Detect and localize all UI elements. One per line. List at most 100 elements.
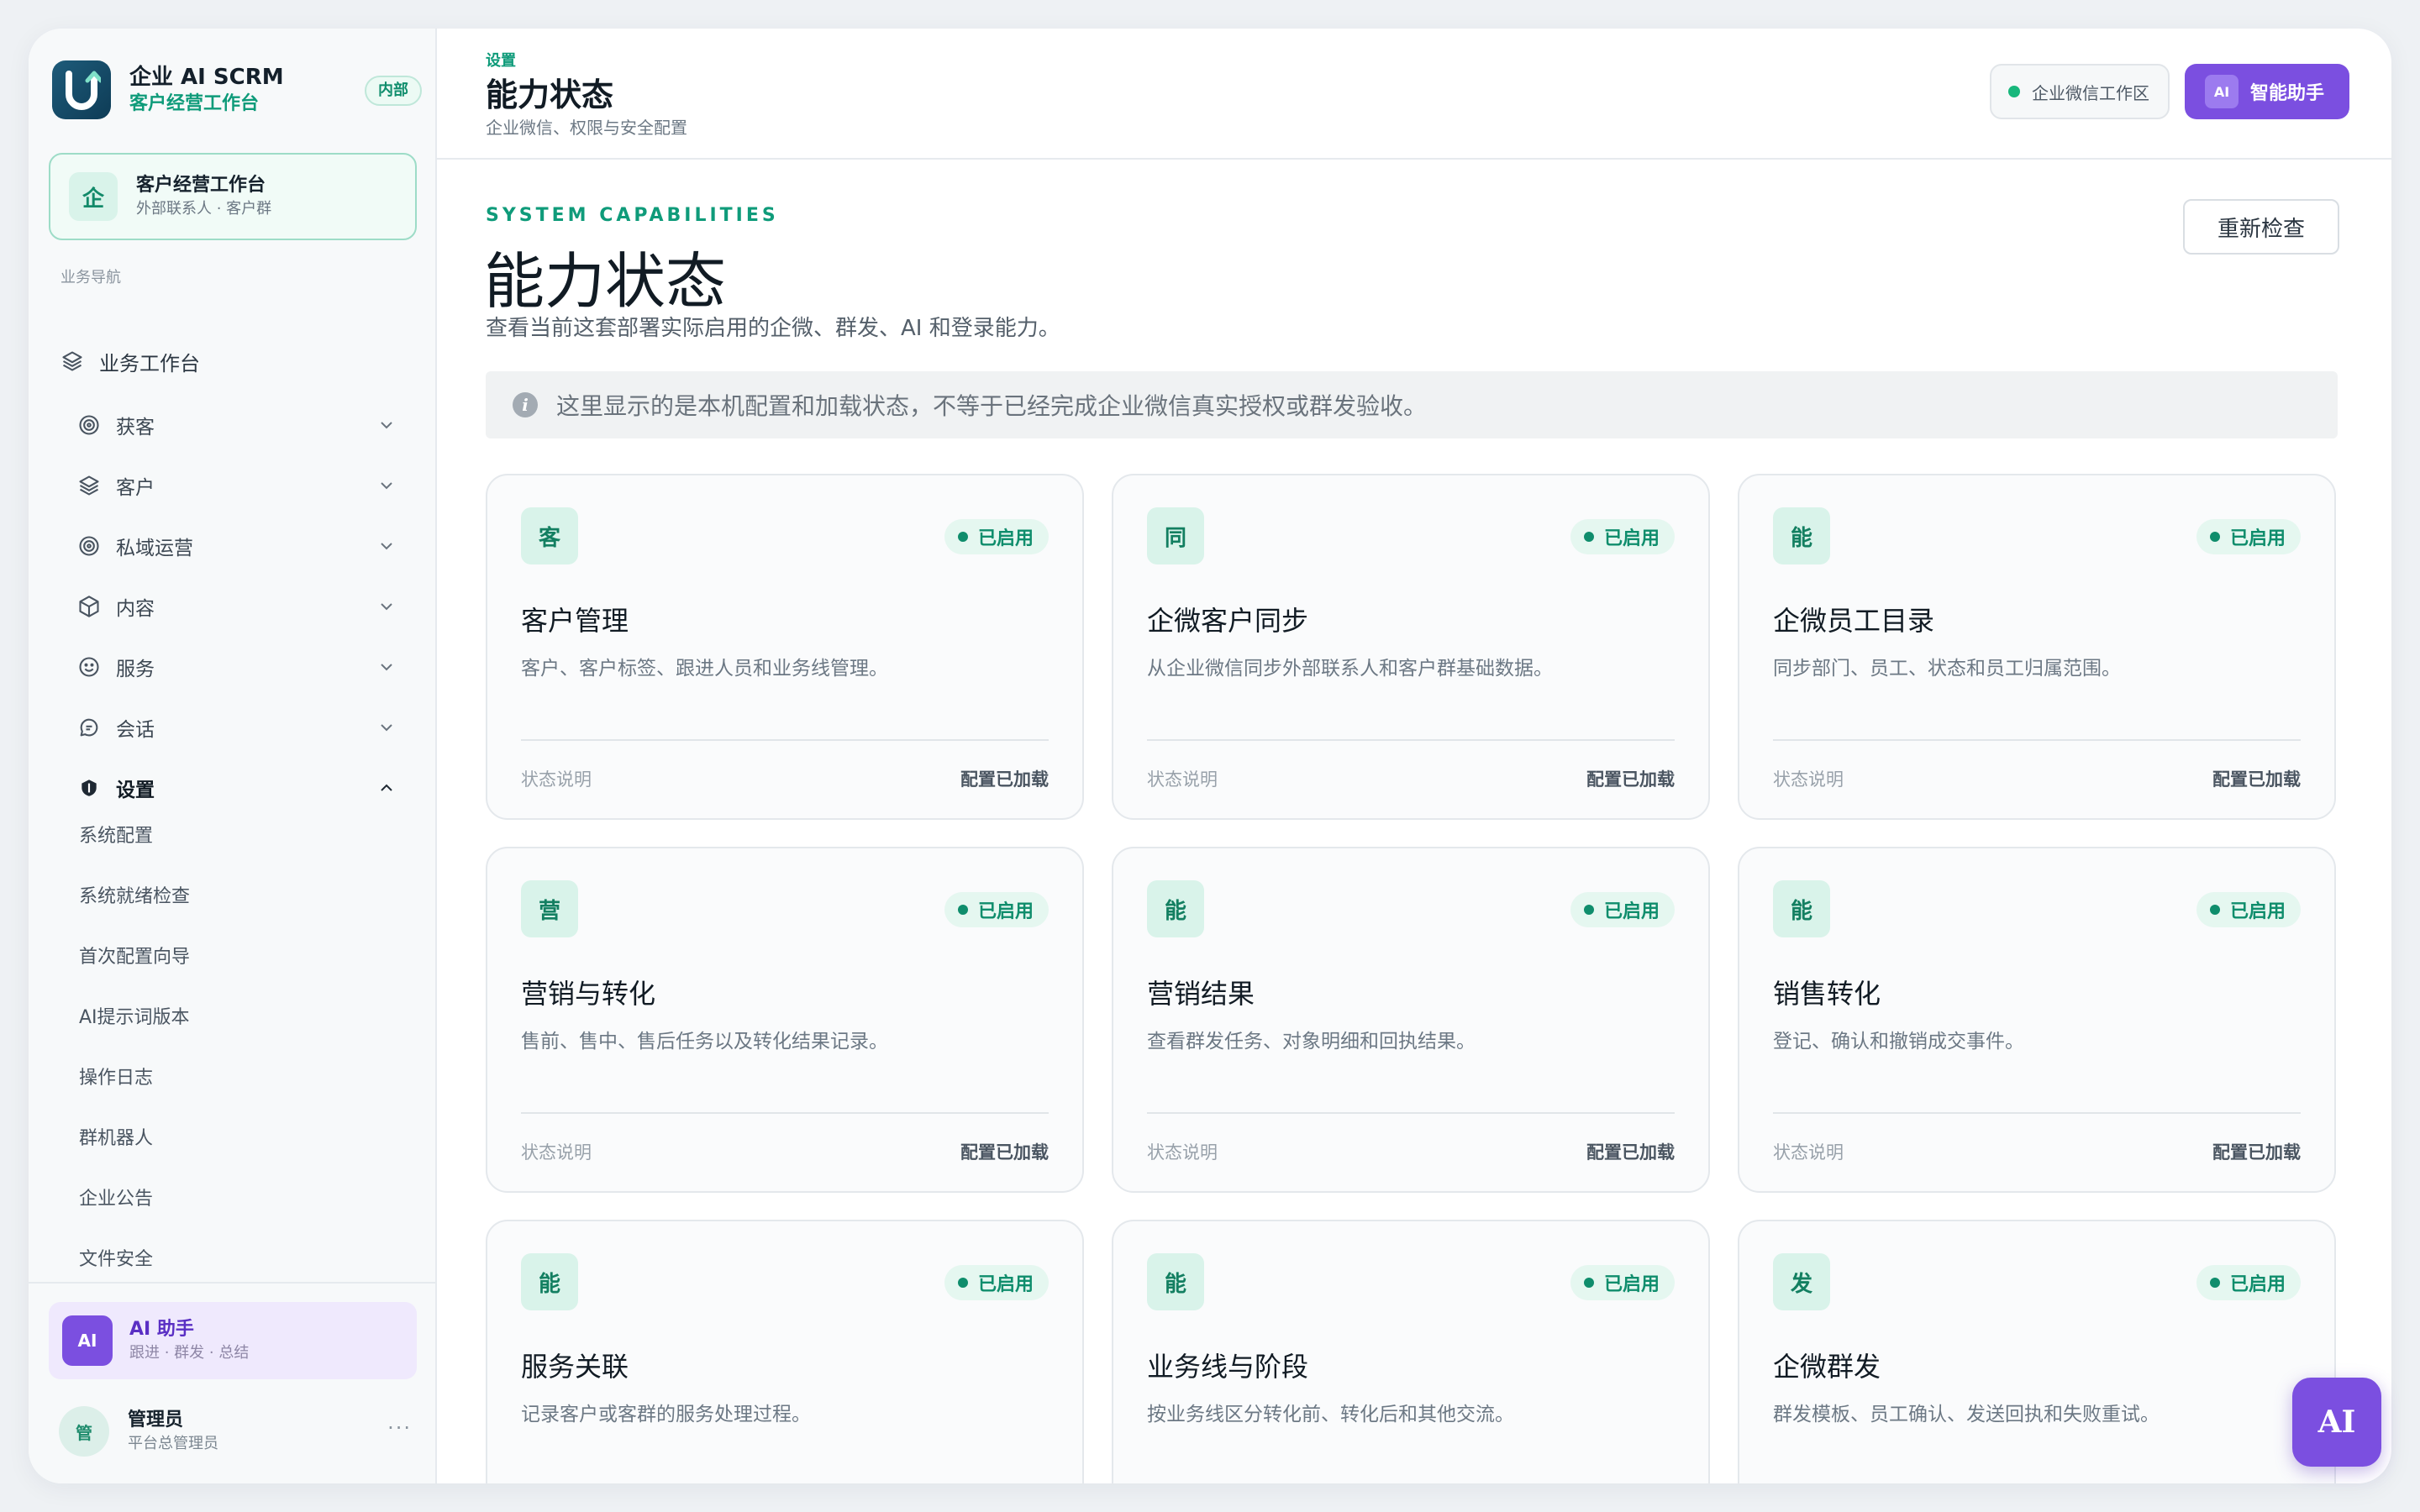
card-footer-value: 配置已加载 [1586,769,1675,790]
capability-card[interactable]: 能 已启用 服务关联 记录客户或客群的服务处理过程。 [486,1220,1084,1483]
card-icon: 能 [1773,507,1830,564]
more-options-icon[interactable]: ··· [387,1416,412,1440]
capability-card[interactable]: 同 已启用 企微客户同步 从企业微信同步外部联系人和客户群基础数据。 状态说明 … [1112,474,1710,820]
recheck-button[interactable]: 重新检查 [2183,199,2339,255]
card-description: 记录客户或客群的服务处理过程。 [521,1404,811,1425]
page-title: 能力状态 [486,76,614,113]
target-icon [76,533,103,559]
sidebar-subitem-operation-log[interactable]: 操作日志 [79,1062,153,1095]
sidebar-item-conversations[interactable]: 会话 [76,706,412,749]
capability-card[interactable]: 能 已启用 销售转化 登记、确认和撤销成交事件。 状态说明 配置已加载 [1738,847,2336,1193]
status-badge: 已启用 [944,519,1049,554]
status-badge-label: 已启用 [2229,1274,2286,1295]
sidebar-item-label: 会话 [116,719,155,741]
user-role: 平台总管理员 [128,1435,218,1452]
sidebar-item-label: 业务工作台 [99,351,200,375]
card-divider [1773,1112,2301,1114]
page-description: 企业微信、权限与安全配置 [486,118,687,138]
main-content: 设置 能力状态 企业微信、权限与安全配置 企业微信工作区 AI 智能助手 SYS… [437,29,2391,1483]
capability-card[interactable]: 能 已启用 企微员工目录 同步部门、员工、状态和员工归属范围。 状态说明 配置已… [1738,474,2336,820]
sidebar-item-service[interactable]: 服务 [76,645,412,689]
notice-text: 这里显示的是本机配置和加载状态，不等于已经完成企业微信真实授权或群发验收。 [556,392,1428,420]
sidebar-subitem-announcements[interactable]: 企业公告 [79,1183,153,1216]
brand[interactable]: 企业 AI SCRM 客户经营工作台 内部 [52,60,422,119]
sidebar-subitem-system-config[interactable]: 系统配置 [79,820,153,853]
card-divider [1147,1112,1675,1114]
capability-card[interactable]: 营 已启用 营销与转化 售前、售中、售后任务以及转化结果记录。 状态说明 配置已… [486,847,1084,1193]
card-footer-label: 状态说明 [521,1142,592,1163]
sidebar-item-customers[interactable]: 客户 [76,464,412,507]
card-footer-value: 配置已加载 [1586,1142,1675,1163]
ai-card-title: AI 助手 [129,1319,194,1340]
status-badge-label: 已启用 [2229,901,2286,922]
status-badge-label: 已启用 [1603,901,1660,922]
layers-icon [59,348,86,375]
status-badge-label: 已启用 [977,528,1034,549]
sidebar-item-label: 设置 [116,780,155,801]
card-divider [521,1112,1049,1114]
card-description: 登记、确认和撤销成交事件。 [1773,1031,2024,1053]
layers-icon [76,472,103,499]
card-footer-label: 状态说明 [1147,769,1218,790]
card-icon: 发 [1773,1253,1830,1310]
sidebar-item-workbench[interactable]: 业务工作台 [59,339,412,383]
status-badge-label: 已启用 [1603,528,1660,549]
chevron-down-icon [381,543,392,550]
shield-icon [76,774,103,801]
capability-card[interactable]: 发 已启用 企微群发 群发模板、员工确认、发送回执和失败重试。 [1738,1220,2336,1483]
status-dot-icon [2008,86,2020,97]
sidebar-subitem-setup-wizard[interactable]: 首次配置向导 [79,941,190,974]
card-icon: 客 [521,507,578,564]
workspace-status-pill[interactable]: 企业微信工作区 [1990,64,2170,119]
topbar: 设置 能力状态 企业微信、权限与安全配置 企业微信工作区 AI 智能助手 [437,29,2391,160]
card-title: 企微群发 [1773,1351,1881,1383]
app-logo-icon [52,60,111,119]
status-badge: 已启用 [2196,892,2301,927]
info-notice: i 这里显示的是本机配置和加载状态，不等于已经完成企业微信真实授权或群发验收。 [486,371,2338,438]
assistant-button-label: 智能助手 [2250,83,2325,104]
status-dot-icon [957,1278,968,1288]
status-badge-label: 已启用 [977,901,1034,922]
status-badge-label: 已启用 [977,1274,1034,1295]
status-badge: 已启用 [1570,1265,1675,1300]
section-eyebrow: SYSTEM CAPABILITIES [486,205,779,226]
sidebar-item-content[interactable]: 内容 [76,585,412,628]
sidebar-item-label: 内容 [116,598,155,620]
ai-floating-button[interactable]: AI [2292,1378,2381,1467]
card-title: 服务关联 [521,1351,629,1383]
capability-card[interactable]: 能 已启用 业务线与阶段 按业务线区分转化前、转化后和其他交流。 [1112,1220,1710,1483]
sidebar-item-settings[interactable]: 设置 [76,766,412,810]
chevron-down-icon [381,664,392,671]
ai-assistant-card[interactable]: AI AI 助手 跟进 · 群发 · 总结 [49,1302,417,1379]
smile-icon [76,654,103,680]
card-footer-value: 配置已加载 [2212,769,2301,790]
sidebar-item-acquisition[interactable]: 获客 [76,403,412,447]
status-badge: 已启用 [2196,519,2301,554]
chevron-down-icon [381,422,392,429]
card-description: 群发模板、员工确认、发送回执和失败重试。 [1773,1404,2160,1425]
sidebar-subitem-group-bot[interactable]: 群机器人 [79,1122,153,1156]
status-badge-label: 已启用 [2229,528,2286,549]
smart-assistant-button[interactable]: AI 智能助手 [2185,64,2349,119]
card-icon: 能 [1147,880,1204,937]
status-badge: 已启用 [1570,519,1675,554]
card-title: 企微客户同步 [1147,605,1309,637]
workspace-switcher[interactable]: 企 客户经营工作台 外部联系人 · 客户群 [49,153,417,240]
workspace-subtitle: 外部联系人 · 客户群 [136,200,272,218]
chevron-down-icon [381,724,392,732]
card-footer-label: 状态说明 [1773,769,1844,790]
sidebar-subitem-prompt-versions[interactable]: AI提示词版本 [79,1001,190,1035]
card-divider [1773,739,2301,741]
sidebar-subitem-file-security[interactable]: 文件安全 [79,1243,153,1277]
card-icon: 能 [1773,880,1830,937]
sidebar-item-label: 获客 [116,417,155,438]
sidebar-subitem-readiness-check[interactable]: 系统就绪检查 [79,880,190,914]
capability-card[interactable]: 能 已启用 营销结果 查看群发任务、对象明细和回执结果。 状态说明 配置已加载 [1112,847,1710,1193]
cube-icon [76,593,103,620]
user-profile[interactable]: 管 管理员 平台总管理员 ··· [59,1398,412,1465]
sidebar-item-private-ops[interactable]: 私域运营 [76,524,412,568]
status-badge-label: 已启用 [1603,1274,1660,1295]
breadcrumb[interactable]: 设置 [486,49,516,71]
capability-card[interactable]: 客 已启用 客户管理 客户、客户标签、跟进人员和业务线管理。 状态说明 配置已加… [486,474,1084,820]
hero-description: 查看当前这套部署实际启用的企微、群发、AI 和登录能力。 [486,316,1060,341]
